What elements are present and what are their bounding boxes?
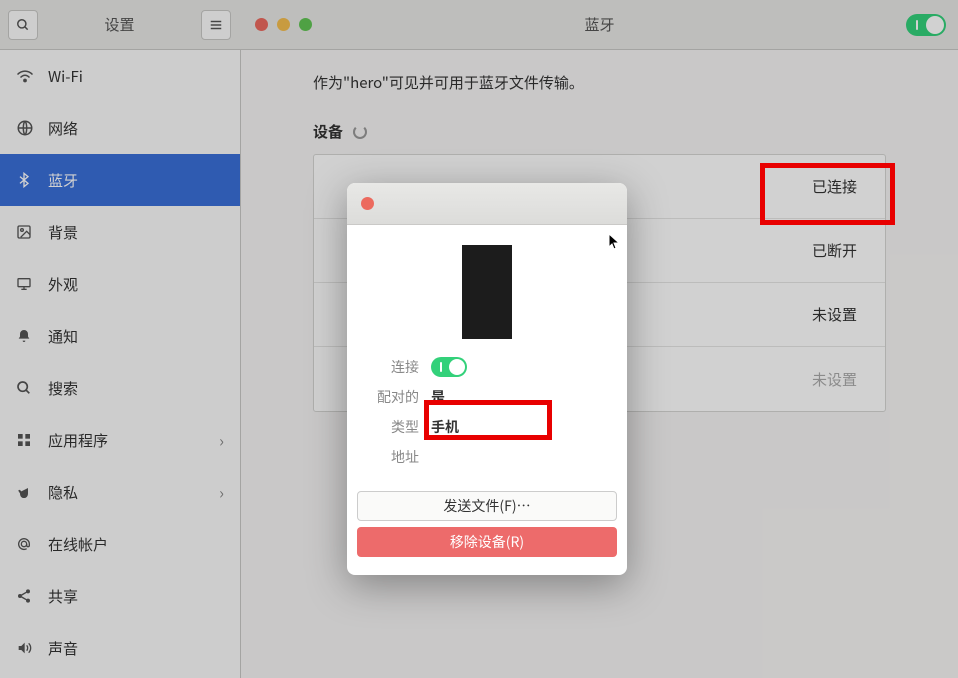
send-file-button[interactable]: 发送文件(F)… — [357, 491, 617, 521]
paired-value: 是 — [431, 387, 445, 407]
connect-toggle[interactable] — [431, 357, 467, 377]
device-details-dialog: 连接 配对的 是 类型 手机 地址 发送文件(F)… 移除设备(R) — [347, 183, 627, 575]
address-row: 地址 — [365, 447, 609, 467]
connect-label: 连接 — [365, 357, 419, 377]
paired-row: 配对的 是 — [365, 387, 609, 407]
send-file-label: 发送文件(F)… — [443, 496, 530, 516]
type-label: 类型 — [365, 417, 419, 437]
dialog-header — [347, 183, 627, 225]
close-dialog-button[interactable] — [361, 197, 374, 210]
remove-device-label: 移除设备(R) — [450, 532, 524, 552]
type-value: 手机 — [431, 417, 459, 437]
remove-device-button[interactable]: 移除设备(R) — [357, 527, 617, 557]
connect-row: 连接 — [365, 357, 609, 377]
type-row: 类型 手机 — [365, 417, 609, 437]
device-image — [462, 245, 512, 339]
paired-label: 配对的 — [365, 387, 419, 407]
address-label: 地址 — [365, 447, 419, 467]
